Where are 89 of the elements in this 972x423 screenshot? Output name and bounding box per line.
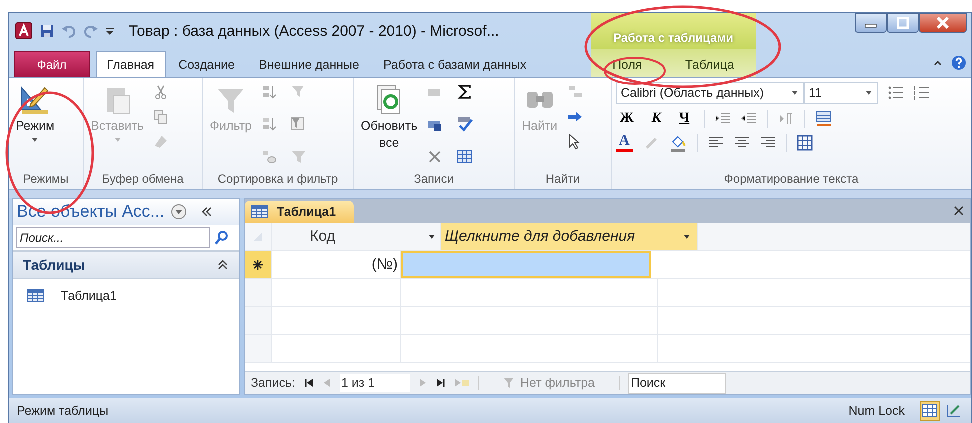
gridlines-icon[interactable] (814, 110, 833, 128)
view-button[interactable]: Режим (13, 82, 58, 146)
bullet-list-icon[interactable] (888, 85, 904, 101)
collapse-pane-icon[interactable] (200, 206, 213, 218)
group-label: Записи (413, 172, 455, 188)
table-item[interactable]: Таблица1 (13, 279, 239, 313)
context-group-label: Работа с таблицами (614, 31, 734, 45)
selected-cell[interactable] (401, 251, 651, 278)
table-icon (27, 287, 45, 305)
delete-icon[interactable] (426, 148, 443, 165)
status-text: Режим таблицы (17, 404, 110, 418)
redo-icon[interactable] (83, 23, 99, 39)
paragraph-icon[interactable] (778, 111, 794, 127)
underline-button[interactable]: Ч (675, 111, 694, 127)
table-icon (251, 203, 269, 221)
cursor-icon[interactable] (566, 134, 583, 150)
totals-icon[interactable] (456, 84, 473, 100)
dropdown-icon[interactable] (170, 204, 187, 220)
sort-ascending-icon[interactable] (261, 84, 277, 100)
undo-icon[interactable] (61, 23, 77, 39)
caret-icon (865, 89, 873, 97)
copy-icon[interactable] (153, 109, 169, 125)
datasheet-view-icon[interactable] (921, 402, 939, 420)
save-icon[interactable] (39, 23, 55, 39)
help-icon[interactable] (951, 55, 967, 71)
caret-icon (31, 136, 40, 144)
ribbon-tab[interactable]: Главная (96, 51, 166, 77)
toggle-filter-icon[interactable] (291, 148, 307, 165)
record-position-field[interactable]: 1 из 1 (340, 374, 410, 392)
file-tab[interactable]: Файл (14, 51, 90, 77)
record-label: Запись: (251, 376, 296, 390)
double-chevron-icon (217, 259, 229, 271)
ribbon-tab[interactable]: Создание (168, 51, 246, 77)
search-field[interactable]: Поиск... (16, 227, 210, 248)
bold-button[interactable]: Ж (616, 111, 638, 127)
previous-record-icon[interactable] (322, 378, 332, 388)
customize-icon[interactable] (105, 26, 115, 36)
maximize-icon (897, 17, 909, 29)
search-icon[interactable] (214, 230, 230, 246)
column-header[interactable]: Код (272, 223, 441, 250)
select-all-cell[interactable] (245, 223, 272, 250)
group-label: Буфер обмена (101, 172, 185, 188)
ribbon-tab[interactable]: Работа с базами данных (372, 51, 538, 77)
group-label: Найти (544, 172, 582, 188)
row-selector[interactable] (245, 251, 272, 278)
font-size-dropdown[interactable]: 11 (804, 82, 878, 104)
next-record-icon[interactable] (418, 378, 428, 388)
group-label: Сортировка и фильтр (216, 172, 340, 188)
cut-icon[interactable] (153, 84, 169, 100)
spelling-icon[interactable] (456, 116, 473, 132)
advanced-filter-icon[interactable] (291, 116, 307, 132)
ribbon-tab[interactable]: Таблица (674, 51, 746, 77)
close-icon[interactable] (954, 206, 964, 216)
funnel-icon (502, 377, 514, 389)
first-record-icon[interactable] (304, 378, 314, 388)
minimize-icon (865, 24, 877, 28)
close-button[interactable] (919, 13, 967, 33)
last-record-icon[interactable] (436, 378, 446, 388)
triangle-ruler-pencil-icon (19, 84, 52, 116)
numbered-list-icon[interactable] (914, 85, 930, 101)
maximize-button[interactable] (887, 13, 919, 33)
caret-icon (791, 89, 799, 97)
group-label: Форматирование текста (723, 172, 860, 188)
document-tab[interactable]: Таблица1 (245, 201, 354, 223)
collapse-ribbon-icon[interactable] (933, 58, 943, 68)
add-column-header[interactable]: Щелкните для добавления (441, 223, 698, 250)
refresh-all-button[interactable]: Обновить все (358, 82, 421, 152)
font-color-button[interactable]: A (616, 134, 633, 152)
italic-button[interactable]: К (648, 111, 666, 127)
caret-icon (114, 136, 122, 144)
caret-icon (428, 232, 436, 240)
num-lock-indicator: Num Lock (848, 404, 905, 418)
arrow-icon[interactable] (566, 109, 583, 125)
minimize-button[interactable] (855, 13, 887, 33)
close-icon (937, 17, 949, 29)
sort-descending-icon[interactable] (261, 116, 277, 132)
grid-icon[interactable] (796, 135, 813, 151)
font-dropdown[interactable]: Calibri (Область данных) (616, 82, 804, 104)
window-title: Товар : база данных (Access 2007 - 2010) - Microsof... (129, 22, 500, 40)
group-label: Режимы (22, 172, 70, 188)
design-view-icon[interactable] (945, 402, 963, 420)
asterisk-icon (252, 258, 264, 270)
app-icon[interactable] (15, 22, 33, 40)
caret-icon (683, 232, 691, 240)
ribbon-tab[interactable]: Внешние данные (248, 51, 370, 77)
section-header[interactable]: Таблицы (13, 252, 239, 279)
table-grid-icon[interactable] (456, 148, 473, 165)
paint-bucket-icon[interactable] (668, 134, 687, 152)
search-field[interactable]: Поиск (628, 372, 726, 394)
